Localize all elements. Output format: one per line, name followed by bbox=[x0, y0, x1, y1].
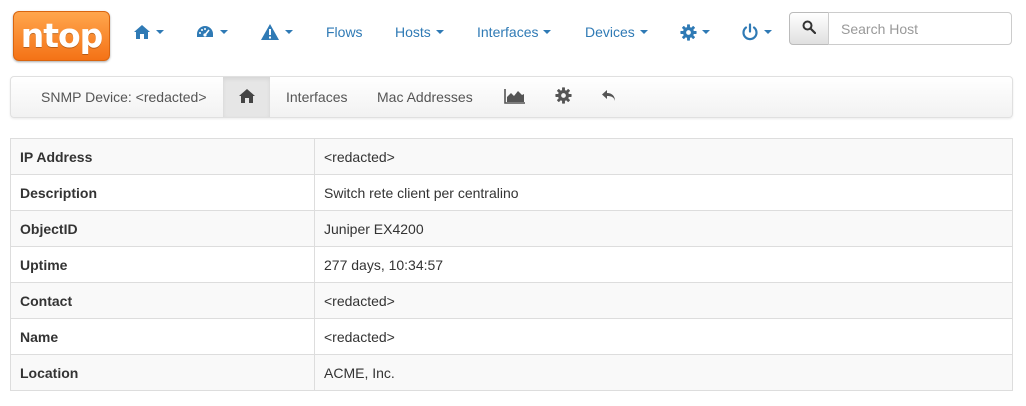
table-row: Name <redacted> bbox=[10, 318, 1013, 355]
tab-interfaces-label: Interfaces bbox=[286, 89, 348, 105]
row-key: Description bbox=[10, 174, 315, 211]
row-value: <redacted> bbox=[314, 318, 1013, 355]
home-icon bbox=[133, 24, 151, 40]
nav-interfaces[interactable]: Interfaces bbox=[477, 20, 552, 44]
dashboard-icon bbox=[195, 24, 215, 40]
settings-menu[interactable] bbox=[680, 20, 710, 44]
table-row: Contact <redacted> bbox=[10, 282, 1013, 319]
device-info-table: IP Address <redacted> Description Switch… bbox=[10, 138, 1013, 391]
tab-config[interactable] bbox=[555, 77, 572, 117]
undo-icon bbox=[601, 89, 617, 106]
table-row: ObjectID Juniper EX4200 bbox=[10, 210, 1013, 247]
nav-hosts[interactable]: Hosts bbox=[395, 20, 444, 44]
search-button[interactable] bbox=[789, 12, 829, 45]
chevron-down-icon bbox=[764, 30, 772, 34]
table-row: Description Switch rete client per centr… bbox=[10, 174, 1013, 211]
table-row: Location ACME, Inc. bbox=[10, 354, 1013, 391]
tab-mac-addresses[interactable]: Mac Addresses bbox=[377, 77, 473, 117]
gear-icon bbox=[555, 87, 572, 107]
row-value: 277 days, 10:34:57 bbox=[314, 246, 1013, 283]
table-row: IP Address <redacted> bbox=[10, 138, 1013, 175]
row-key: IP Address bbox=[10, 138, 315, 175]
row-key: ObjectID bbox=[10, 210, 315, 247]
tab-mac-addresses-label: Mac Addresses bbox=[377, 89, 473, 105]
nav-interfaces-label: Interfaces bbox=[477, 24, 539, 40]
top-navbar: ntop Flows Hosts Interfaces Devices bbox=[0, 0, 1026, 70]
chevron-down-icon bbox=[543, 30, 552, 34]
chevron-down-icon bbox=[702, 30, 710, 34]
power-icon bbox=[741, 23, 759, 41]
home-icon bbox=[238, 88, 256, 107]
row-key: Name bbox=[10, 318, 315, 355]
tab-charts[interactable] bbox=[504, 77, 526, 117]
chevron-down-icon bbox=[639, 30, 648, 34]
row-value: Switch rete client per centralino bbox=[314, 174, 1013, 211]
row-value: Juniper EX4200 bbox=[314, 210, 1013, 247]
device-subnav: SNMP Device: <redacted> Interfaces Mac A… bbox=[10, 76, 1013, 118]
chevron-down-icon bbox=[285, 30, 293, 34]
tab-home[interactable] bbox=[223, 77, 270, 117]
row-value: <redacted> bbox=[314, 138, 1013, 175]
power-menu[interactable] bbox=[741, 20, 772, 44]
tab-back[interactable] bbox=[601, 77, 617, 117]
row-value: <redacted> bbox=[314, 282, 1013, 319]
alerts-menu[interactable] bbox=[260, 20, 293, 44]
row-key: Uptime bbox=[10, 246, 315, 283]
search-host-input[interactable] bbox=[828, 12, 1012, 45]
chevron-down-icon bbox=[220, 30, 228, 34]
chevron-down-icon bbox=[156, 30, 164, 34]
device-title-label: SNMP Device: <redacted> bbox=[41, 89, 207, 105]
chart-icon bbox=[504, 88, 526, 107]
row-value: ACME, Inc. bbox=[314, 354, 1013, 391]
nav-flows[interactable]: Flows bbox=[326, 20, 363, 44]
tab-interfaces[interactable]: Interfaces bbox=[286, 77, 347, 117]
table-row: Uptime 277 days, 10:34:57 bbox=[10, 246, 1013, 283]
device-title: SNMP Device: <redacted> bbox=[41, 77, 207, 117]
search-icon bbox=[802, 20, 817, 37]
home-menu[interactable] bbox=[133, 20, 164, 44]
logo-text: ntop bbox=[20, 16, 104, 55]
nav-devices[interactable]: Devices bbox=[585, 20, 648, 44]
chevron-down-icon bbox=[435, 30, 444, 34]
nav-hosts-label: Hosts bbox=[395, 24, 431, 40]
row-key: Contact bbox=[10, 282, 315, 319]
alert-icon bbox=[260, 23, 280, 41]
gear-icon bbox=[680, 23, 697, 41]
ntop-logo[interactable]: ntop bbox=[13, 11, 110, 61]
nav-flows-label: Flows bbox=[326, 24, 363, 40]
nav-devices-label: Devices bbox=[585, 24, 635, 40]
row-key: Location bbox=[10, 354, 315, 391]
dashboard-menu[interactable] bbox=[195, 20, 228, 44]
